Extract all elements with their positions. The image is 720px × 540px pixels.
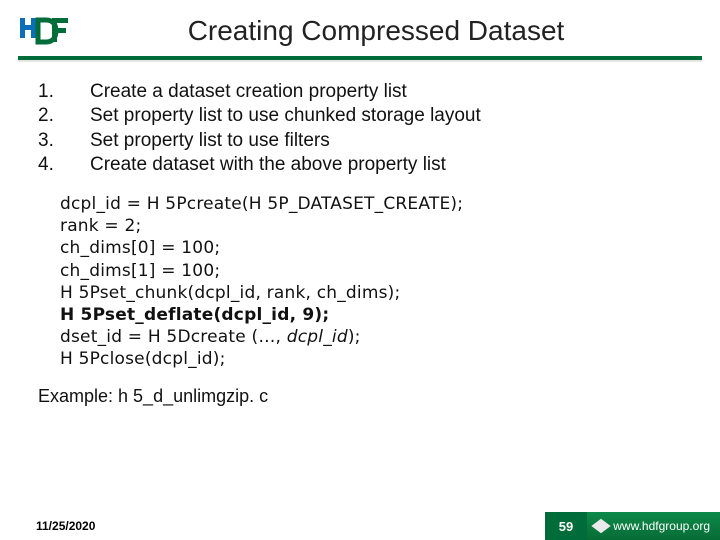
code-line: H 5Pset_deflate(dcpl_id, 9);: [60, 304, 708, 326]
example-label: Example: h 5_d_unlimgzip. c: [38, 386, 708, 407]
footer-date: 11/25/2020: [0, 512, 545, 540]
code-line: dset_id = H 5Dcreate (…, dcpl_id);: [60, 326, 708, 348]
list-item: 3.Set property list to use filters: [38, 129, 708, 153]
step-text: Create dataset with the above property l…: [90, 153, 446, 177]
code-line: ch_dims[0] = 100;: [60, 237, 708, 259]
title-divider: [0, 56, 720, 62]
page-number: 59: [545, 512, 587, 540]
step-text: Create a dataset creation property list: [90, 80, 407, 104]
code-block: dcpl_id = H 5Pcreate(H 5P_DATASET_CREATE…: [60, 193, 708, 370]
code-line: rank = 2;: [60, 215, 708, 237]
step-text: Set property list to use filters: [90, 129, 330, 153]
slide-footer: 11/25/2020 59 www.hdfgroup.org: [0, 512, 720, 540]
code-line: dcpl_id = H 5Pcreate(H 5P_DATASET_CREATE…: [60, 193, 708, 215]
slide-header: Creating Compressed Dataset: [0, 0, 720, 56]
list-item: 2.Set property list to use chunked stora…: [38, 104, 708, 128]
slide-body: 1.Create a dataset creation property lis…: [0, 62, 720, 407]
code-line: ch_dims[1] = 100;: [60, 260, 708, 282]
list-item: 4.Create dataset with the above property…: [38, 153, 708, 177]
code-line: H 5Pclose(dcpl_id);: [60, 348, 708, 370]
org-url: www.hdfgroup.org: [613, 519, 710, 533]
hdfgroup-badge: www.hdfgroup.org: [587, 512, 720, 540]
code-line: H 5Pset_chunk(dcpl_id, rank, ch_dims);: [60, 282, 708, 304]
cube-icon: [592, 519, 611, 534]
step-text: Set property list to use chunked storage…: [90, 104, 481, 128]
list-item: 1.Create a dataset creation property lis…: [38, 80, 708, 104]
page-title: Creating Compressed Dataset: [32, 15, 720, 47]
steps-list: 1.Create a dataset creation property lis…: [38, 80, 708, 177]
hdf-logo-icon: [18, 14, 72, 48]
